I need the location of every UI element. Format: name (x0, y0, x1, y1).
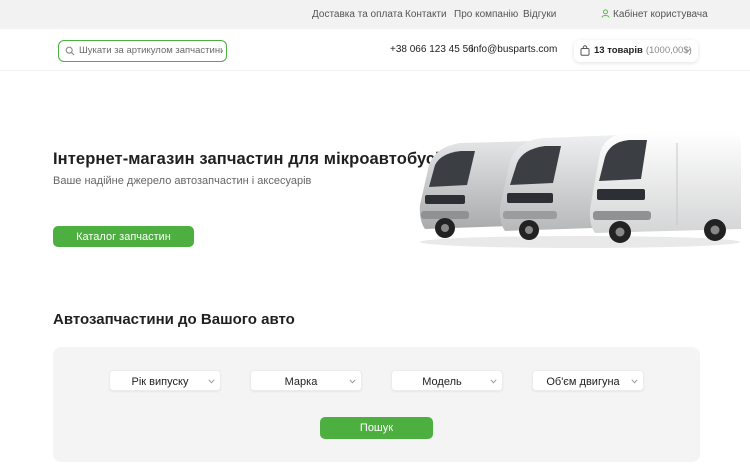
user-cabinet-link[interactable]: Кабінет користувача (601, 9, 708, 20)
hero-subtitle: Ваше надійне джерело автозапчастин і акс… (53, 175, 312, 187)
select-year[interactable]: Рік випуску (109, 370, 221, 391)
nav-link-about[interactable]: Про компанію (454, 9, 518, 20)
search-button[interactable]: Пошук (320, 417, 433, 439)
vehicle-picker: Рік випуску Марка Модель Об'єм двигуна П… (53, 347, 700, 462)
section-title: Автозапчастини до Вашого авто (53, 311, 295, 328)
chevron-down-icon (208, 379, 215, 384)
select-model-label: Модель (422, 376, 462, 388)
top-bar: Доставка та оплата Контакти Про компанію… (0, 0, 750, 29)
chevron-down-icon (631, 379, 638, 384)
user-cabinet-label: Кабінет користувача (613, 9, 708, 20)
minibus-vans-image (419, 131, 741, 248)
cart-button[interactable]: 13 товарів (1000,00$) (574, 40, 698, 62)
select-brand-label: Марка (284, 376, 318, 388)
catalog-button[interactable]: Каталог запчастин (53, 226, 194, 247)
nav-link-reviews[interactable]: Відгуки (523, 9, 556, 20)
search-input[interactable] (79, 43, 223, 58)
header: +38 066 123 45 56 info@busparts.com 13 т… (0, 29, 750, 71)
select-engine-volume[interactable]: Об'єм двигуна (532, 370, 644, 391)
select-brand[interactable]: Марка (250, 370, 362, 391)
van-right (589, 131, 741, 243)
nav-link-contacts[interactable]: Контакти (405, 9, 447, 20)
shopping-bag-icon (580, 45, 590, 56)
email-address[interactable]: info@busparts.com (471, 44, 557, 55)
hero-title: Інтернет-магазин запчастин для мікроавто… (53, 150, 451, 168)
chevron-down-icon (490, 379, 497, 384)
select-year-label: Рік випуску (131, 376, 189, 388)
search-box[interactable] (58, 40, 227, 62)
chevron-down-icon (349, 379, 356, 384)
nav-link-delivery[interactable]: Доставка та оплата (312, 9, 403, 20)
user-icon (601, 9, 610, 18)
phone-number[interactable]: +38 066 123 45 56 (390, 44, 474, 55)
chevron-down-icon (684, 48, 691, 53)
select-engine-volume-label: Об'єм двигуна (546, 376, 620, 388)
cart-count: 13 товарів (1000,00$) (594, 45, 692, 56)
search-icon (65, 46, 75, 56)
select-model[interactable]: Модель (391, 370, 503, 391)
